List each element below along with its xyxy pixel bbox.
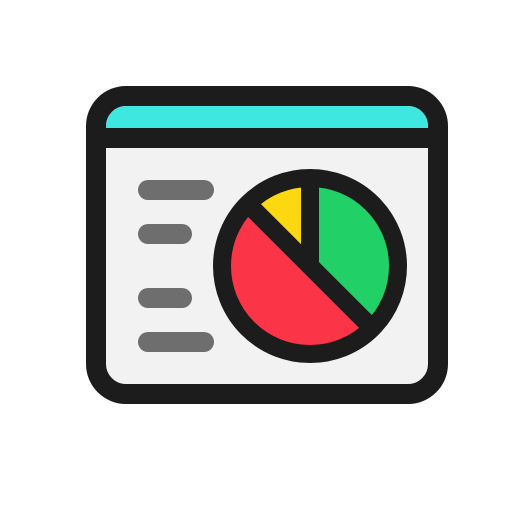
- pie-chart: [213, 169, 407, 363]
- dashboard-window-icon: [86, 86, 448, 404]
- icon-canvas: [0, 0, 512, 512]
